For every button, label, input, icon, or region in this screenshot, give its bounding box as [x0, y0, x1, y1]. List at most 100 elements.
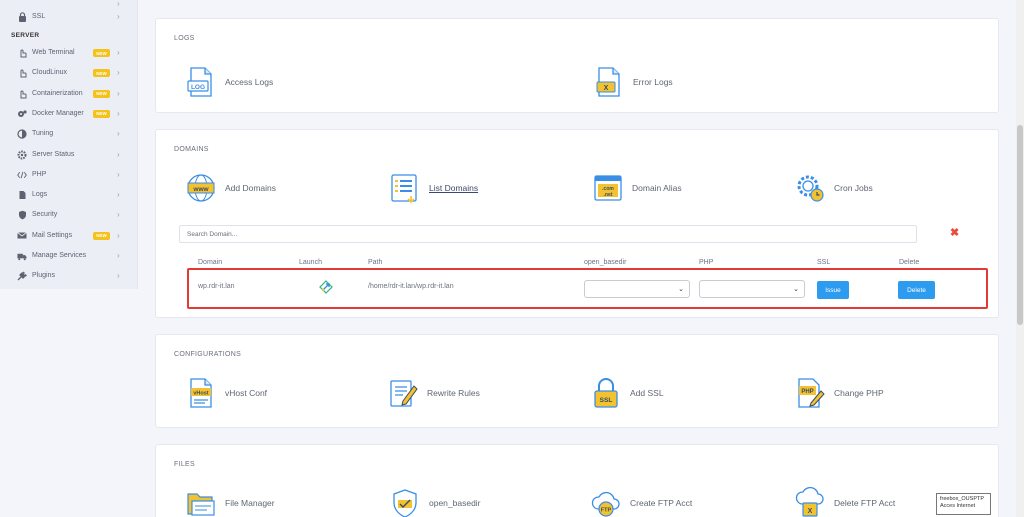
svg-text:vHost: vHost [193, 391, 208, 397]
sidebar: › SSL › SERVER Web Terminal NEW › CloudLinu… [0, 0, 138, 289]
add-domains-tile[interactable]: www Add Domains [185, 171, 276, 205]
col-header-domain: Domain [198, 259, 223, 266]
sidebar-item-label: Manage Services [32, 252, 87, 259]
gear-icon [17, 150, 27, 160]
access-logs-tile[interactable]: LOG Access Logs [185, 65, 273, 99]
access-logs-label: Access Logs [225, 77, 274, 87]
sidebar-item-security[interactable]: Security › [0, 205, 138, 225]
file-icon [17, 190, 27, 200]
chevron-right-icon: › [117, 271, 120, 281]
sidebar-item-label: SSL [32, 13, 46, 20]
rewrite-rules-tile[interactable]: Rewrite Rules [387, 376, 480, 410]
ssl-lock-icon: SSL [594, 378, 618, 408]
add-domains-label: Add Domains [225, 183, 277, 193]
issue-ssl-button[interactable]: Issue [817, 281, 849, 299]
configurations-card-title: CONFIGURATIONS [174, 351, 242, 358]
list-icon [391, 174, 417, 204]
error-logs-label: Error Logs [633, 77, 673, 87]
path-cell: /home/rdr-it.lan/wp.rdr-it.lan [368, 283, 454, 290]
open-basedir-tile[interactable]: open_basedir [389, 486, 481, 517]
ftp-cloud-icon: FTP [591, 491, 620, 517]
domain-alias-tile[interactable]: .com .net Domain Alias [592, 171, 682, 205]
hand-pointer-icon [17, 89, 27, 99]
tooltip-line-2: Acces Internet [940, 503, 976, 509]
sidebar-item-server-status[interactable]: Server Status › [0, 145, 138, 165]
chevron-right-icon: › [117, 149, 120, 159]
create-ftp-tile[interactable]: FTP Create FTP Acct [590, 486, 692, 517]
chevron-down-icon: ⌄ [678, 286, 684, 293]
network-tooltip: freebox_OUSPTP Acces Internet [936, 493, 991, 515]
cron-jobs-tile[interactable]: Cron Jobs [794, 171, 873, 205]
sidebar-item-ssl[interactable]: SSL › [0, 7, 138, 27]
col-header-delete: Delete [899, 259, 920, 266]
logs-card-title: LOGS [174, 35, 195, 42]
svg-text:PHP: PHP [801, 389, 813, 395]
svg-text:X: X [808, 508, 813, 515]
domain-alias-label: Domain Alias [632, 183, 682, 193]
svg-text:X: X [604, 85, 609, 92]
sidebar-item-label: Docker Manager [32, 109, 84, 117]
search-domain-input[interactable] [179, 225, 917, 243]
col-header-path: Path [368, 259, 383, 266]
sidebar-item-docker-manager[interactable]: Docker Manager NEW › [0, 104, 138, 124]
sidebar-item-label: Web Terminal [32, 49, 75, 56]
close-icon[interactable]: ✖ [950, 228, 959, 239]
vhost-conf-tile[interactable]: vHost vHost Conf [185, 376, 267, 410]
sidebar-item-manage-services[interactable]: Manage Services › [0, 246, 138, 266]
ftp-delete-icon: X [795, 487, 824, 517]
sidebar-item-label: Logs [32, 191, 48, 199]
php-select[interactable]: ⌄ [699, 280, 805, 298]
add-ssl-tile[interactable]: SSL Add SSL [590, 376, 664, 410]
sidebar-item-logs[interactable]: Logs › [0, 185, 138, 205]
sidebar-item-web-terminal[interactable]: Web Terminal NEW › [0, 43, 138, 63]
chevron-down-icon: ⌄ [793, 286, 799, 293]
change-php-tile[interactable]: PHP Change PHP [794, 376, 884, 410]
shield-icon [17, 210, 27, 220]
cog-clock-icon [797, 175, 824, 202]
folder-icon [187, 493, 215, 516]
chevron-right-icon: › [117, 230, 120, 240]
sidebar-item-php[interactable]: PHP › [0, 165, 138, 185]
create-ftp-label: Create FTP Acct [630, 498, 693, 508]
www-globe-icon: www [187, 174, 215, 202]
open-basedir-label: open_basedir [429, 498, 481, 508]
file-manager-tile[interactable]: File Manager [185, 486, 275, 517]
sidebar-item-cloudlinux[interactable]: CloudLinux NEW › [0, 63, 138, 83]
rewrite-rules-label: Rewrite Rules [427, 388, 480, 398]
page-scrollbar[interactable] [1016, 0, 1024, 517]
chevron-right-icon: › [117, 88, 120, 98]
truck-icon [17, 251, 27, 261]
list-domains-tile[interactable]: List Domains [389, 171, 478, 205]
contrast-icon [17, 129, 27, 139]
domains-card-title: DOMAINS [174, 146, 209, 153]
sidebar-item-plugins[interactable]: Plugins › [0, 266, 138, 286]
delete-ftp-tile[interactable]: X Delete FTP Acct [794, 486, 895, 517]
chevron-right-icon: › [117, 129, 120, 139]
chevron-right-icon: › [117, 48, 120, 57]
sidebar-item-containerization[interactable]: Containerization NEW › [0, 84, 138, 104]
svg-text:.net: .net [604, 192, 613, 198]
file-manager-label: File Manager [225, 498, 275, 508]
open-basedir-select[interactable]: ⌄ [584, 280, 690, 298]
col-header-php: PHP [699, 259, 714, 266]
chevron-right-icon: › [117, 12, 120, 21]
launch-icon[interactable] [319, 280, 333, 294]
delete-domain-button[interactable]: Delete [898, 281, 935, 299]
vhost-conf-label: vHost Conf [225, 388, 268, 398]
scrollbar-thumb[interactable] [1017, 125, 1023, 325]
chevron-right-icon: › [117, 68, 120, 78]
chevron-right-icon: › [117, 190, 120, 200]
sidebar-item-mail-settings[interactable]: Mail Settings NEW › [0, 226, 138, 246]
svg-text:LOG: LOG [191, 84, 205, 91]
error-logs-tile[interactable]: X Error Logs [593, 65, 673, 99]
change-php-label: Change PHP [834, 388, 884, 398]
cogs-icon [17, 109, 27, 119]
new-badge: NEW [93, 69, 110, 78]
sidebar-item-tuning[interactable]: Tuning › [0, 124, 138, 144]
chevron-right-icon: › [117, 169, 120, 179]
domain-cell: wp.rdr-it.lan [198, 283, 235, 290]
col-header-open-basedir: open_basedir [584, 259, 627, 266]
chevron-right-icon: › [117, 108, 120, 118]
plug-icon [17, 271, 27, 281]
log-file-icon: LOG [187, 67, 212, 97]
